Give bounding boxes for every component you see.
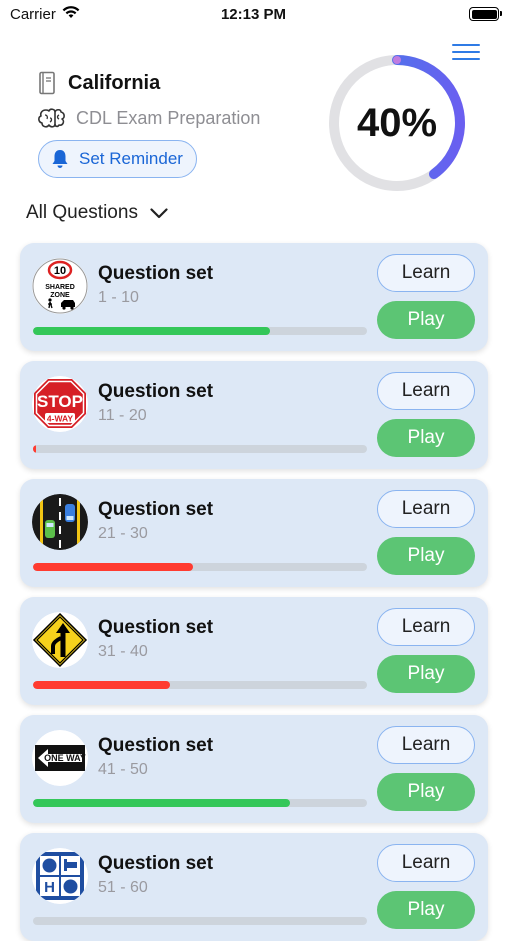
svg-text:SHARED: SHARED (45, 284, 75, 291)
progress-fill (33, 799, 291, 807)
state-name: California (68, 71, 161, 94)
svg-text:STOP: STOP (37, 392, 83, 411)
learn-button[interactable]: Learn (377, 372, 475, 410)
question-set-range: 41 - 50 (98, 761, 148, 778)
play-button[interactable]: Play (377, 419, 475, 457)
exam-row: CDL Exam Preparation (38, 103, 298, 133)
question-set-card: Question set 21 - 30 Learn Play (20, 479, 488, 587)
question-set-card: Question set 31 - 40 Learn Play (20, 597, 488, 705)
state-row: California (38, 68, 298, 98)
progress-fill (33, 445, 37, 453)
question-set-title: Question set (98, 853, 214, 874)
question-set-range: 51 - 60 (98, 879, 148, 896)
play-button[interactable]: Play (377, 891, 475, 929)
learn-button[interactable]: Learn (377, 608, 475, 646)
status-bar: Carrier 12:13 PM (0, 0, 507, 30)
set-reminder-label: Set Reminder (79, 149, 183, 168)
progress-fill (33, 563, 194, 571)
question-set-title: Question set (98, 263, 214, 284)
question-set-range: 11 - 20 (98, 407, 147, 424)
overall-progress-ring: 40% (326, 52, 468, 194)
question-set-card: 10 SHARED ZONE Question set 1 - 10 Learn… (20, 243, 488, 351)
play-button[interactable]: Play (377, 301, 475, 339)
question-set-title: Question set (98, 499, 214, 520)
clock: 12:13 PM (220, 6, 287, 23)
battery-icon (469, 7, 502, 21)
question-set-range: 31 - 40 (98, 643, 148, 660)
question-set-progress-bar (33, 327, 367, 335)
hospital-services-sign-icon: H (32, 848, 88, 904)
svg-text:ZONE: ZONE (50, 292, 70, 299)
book-icon (39, 71, 55, 95)
one-way-sign-icon: ONE WAY (32, 730, 88, 786)
question-set-progress-bar (33, 917, 367, 925)
learn-button[interactable]: Learn (377, 490, 475, 528)
progress-fill (33, 327, 271, 335)
question-set-card: H Question set 51 - 60 Learn Play (20, 833, 488, 941)
question-filter-dropdown[interactable]: All Questions (26, 202, 168, 224)
question-set-progress-bar (33, 799, 367, 807)
play-button[interactable]: Play (377, 773, 475, 811)
overall-progress-percent: 40% (356, 101, 438, 145)
set-reminder-button[interactable]: Set Reminder (38, 140, 197, 178)
question-set-range: 21 - 30 (98, 525, 148, 542)
svg-text:ONE WAY: ONE WAY (44, 753, 86, 763)
svg-text:10: 10 (54, 265, 66, 277)
question-set-range: 1 - 10 (98, 289, 139, 306)
bell-icon (52, 150, 68, 168)
progress-fill (33, 681, 170, 689)
brain-icon (38, 108, 65, 128)
question-set-progress-bar (33, 445, 367, 453)
chevron-down-icon (150, 207, 168, 218)
two-lane-road-icon (32, 494, 88, 550)
learn-button[interactable]: Learn (377, 844, 475, 882)
question-set-card: ONE WAY Question set 41 - 50 Learn Play (20, 715, 488, 823)
svg-text:4-WAY: 4-WAY (47, 414, 73, 424)
question-set-title: Question set (98, 381, 214, 402)
play-button[interactable]: Play (377, 655, 475, 693)
question-set-progress-bar (33, 563, 367, 571)
question-set-title: Question set (98, 617, 214, 638)
exam-name: CDL Exam Preparation (76, 107, 261, 128)
stop-sign-icon: STOP 4-WAY (32, 376, 88, 432)
question-set-progress-bar (33, 681, 367, 689)
learn-button[interactable]: Learn (377, 254, 475, 292)
filter-label: All Questions (26, 202, 138, 223)
learn-button[interactable]: Learn (377, 726, 475, 764)
shared-zone-sign-icon: 10 SHARED ZONE (32, 258, 88, 314)
play-button[interactable]: Play (377, 537, 475, 575)
header-info: California CDL Exam Preparation Set Remi… (38, 68, 298, 178)
question-set-title: Question set (98, 735, 214, 756)
svg-text:H: H (44, 879, 55, 896)
merge-sign-icon (32, 612, 88, 668)
question-set-card: STOP 4-WAY Question set 11 - 20 Learn Pl… (20, 361, 488, 469)
